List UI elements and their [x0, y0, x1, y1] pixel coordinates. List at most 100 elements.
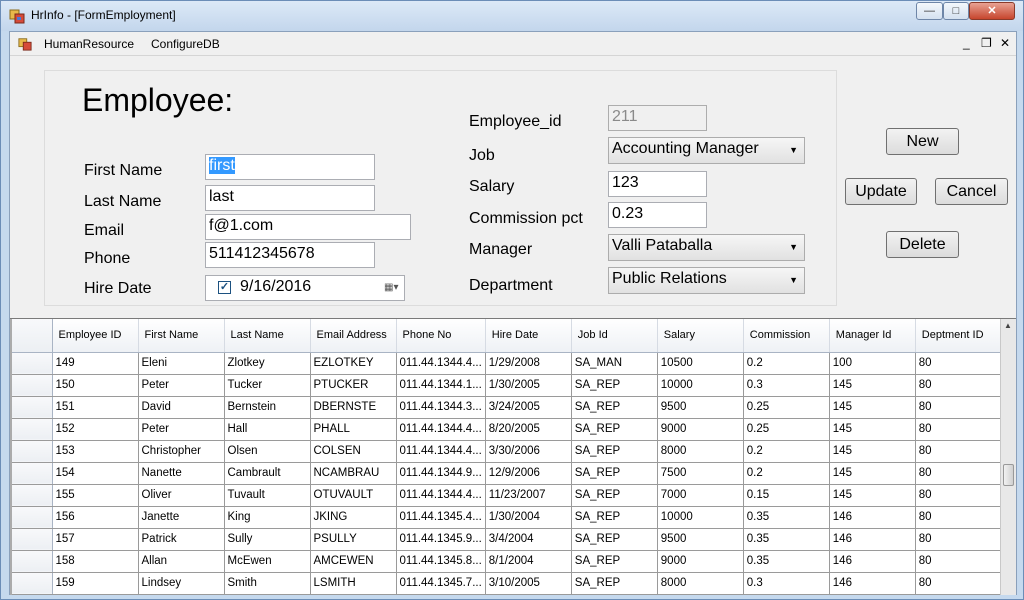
table-cell[interactable]: SA_REP	[571, 462, 658, 485]
table-cell[interactable]: Bernstein	[224, 396, 311, 419]
table-cell[interactable]: NCAMBRAU	[310, 462, 397, 485]
table-cell[interactable]: 10500	[657, 352, 744, 375]
phone-input[interactable]: 511412345678	[205, 242, 375, 268]
table-row[interactable]: 159 Lindsey Smith LSMITH 011.44.1345.7... 3/1…	[12, 572, 1002, 595]
row-header[interactable]	[12, 572, 53, 595]
table-cell[interactable]: 3/30/2006	[485, 440, 572, 463]
table-cell[interactable]: SA_REP	[571, 418, 658, 441]
row-header[interactable]	[12, 528, 53, 551]
table-cell[interactable]: 156	[52, 506, 139, 529]
table-cell[interactable]: 011.44.1344.9...	[396, 462, 486, 485]
table-cell[interactable]: 152	[52, 418, 139, 441]
table-cell[interactable]: PSULLY	[310, 528, 397, 551]
table-cell[interactable]: COLSEN	[310, 440, 397, 463]
table-cell[interactable]: SA_REP	[571, 396, 658, 419]
table-cell[interactable]: PTUCKER	[310, 374, 397, 397]
table-cell[interactable]: 7000	[657, 484, 744, 507]
cancel-button[interactable]: Cancel	[935, 178, 1008, 205]
table-cell[interactable]: Janette	[138, 506, 225, 529]
column-header[interactable]: Hire Date	[485, 319, 572, 353]
table-cell[interactable]: Cambrault	[224, 462, 311, 485]
table-cell[interactable]: DBERNSTE	[310, 396, 397, 419]
table-cell[interactable]: 80	[915, 506, 1002, 529]
table-cell[interactable]: 154	[52, 462, 139, 485]
table-row[interactable]: 150 Peter Tucker PTUCKER 011.44.1344.1... 1/3…	[12, 374, 1002, 397]
table-cell[interactable]: 0.25	[743, 418, 830, 441]
column-header[interactable]: Salary	[657, 319, 744, 353]
table-cell[interactable]: 153	[52, 440, 139, 463]
table-cell[interactable]: SA_REP	[571, 528, 658, 551]
table-cell[interactable]: 8/20/2005	[485, 418, 572, 441]
table-cell[interactable]: 9000	[657, 418, 744, 441]
maximize-button[interactable]: □	[943, 2, 969, 20]
last-name-input[interactable]: last	[205, 185, 375, 211]
table-cell[interactable]: 155	[52, 484, 139, 507]
table-cell[interactable]: 100	[829, 352, 916, 375]
table-cell[interactable]: 157	[52, 528, 139, 551]
table-cell[interactable]: SA_REP	[571, 572, 658, 595]
table-cell[interactable]: 145	[829, 374, 916, 397]
column-header[interactable]: Deptment ID	[915, 319, 1002, 353]
scroll-thumb[interactable]	[1003, 464, 1014, 486]
table-cell[interactable]: 0.2	[743, 352, 830, 375]
close-button[interactable]: ✕	[969, 2, 1015, 20]
table-cell[interactable]: Tucker	[224, 374, 311, 397]
vertical-scrollbar[interactable]: ▲	[1000, 319, 1016, 595]
table-cell[interactable]: SA_MAN	[571, 352, 658, 375]
table-cell[interactable]: 80	[915, 550, 1002, 573]
table-cell[interactable]: 145	[829, 418, 916, 441]
minimize-button[interactable]: —	[916, 2, 943, 20]
table-cell[interactable]: Nanette	[138, 462, 225, 485]
column-header[interactable]: Commission	[743, 319, 830, 353]
salary-input[interactable]: 123	[608, 171, 707, 197]
row-header[interactable]	[12, 462, 53, 485]
table-cell[interactable]: 146	[829, 528, 916, 551]
table-cell[interactable]: Olsen	[224, 440, 311, 463]
table-cell[interactable]: SA_REP	[571, 440, 658, 463]
table-cell[interactable]: 146	[829, 550, 916, 573]
table-cell[interactable]: 80	[915, 440, 1002, 463]
table-cell[interactable]: 10000	[657, 374, 744, 397]
table-cell[interactable]: Patrick	[138, 528, 225, 551]
table-cell[interactable]: 8/1/2004	[485, 550, 572, 573]
table-cell[interactable]: OTUVAULT	[310, 484, 397, 507]
table-cell[interactable]: Lindsey	[138, 572, 225, 595]
row-header[interactable]	[12, 374, 53, 397]
table-cell[interactable]: 011.44.1345.9...	[396, 528, 486, 551]
column-header[interactable]: Job Id	[571, 319, 658, 353]
table-cell[interactable]: 3/24/2005	[485, 396, 572, 419]
table-cell[interactable]: SA_REP	[571, 374, 658, 397]
menu-humanresource[interactable]: HumanResource	[44, 37, 134, 51]
table-cell[interactable]: Zlotkey	[224, 352, 311, 375]
table-cell[interactable]: 146	[829, 572, 916, 595]
update-button[interactable]: Update	[845, 178, 917, 205]
table-cell[interactable]: 150	[52, 374, 139, 397]
table-cell[interactable]: 3/4/2004	[485, 528, 572, 551]
table-row[interactable]: 153 Christopher Olsen COLSEN 011.44.1344.4..…	[12, 440, 1002, 463]
calendar-dropdown-icon[interactable]: ▦▾	[384, 282, 406, 296]
table-cell[interactable]: 80	[915, 374, 1002, 397]
table-cell[interactable]: Smith	[224, 572, 311, 595]
table-cell[interactable]: EZLOTKEY	[310, 352, 397, 375]
table-cell[interactable]: 0.35	[743, 506, 830, 529]
table-cell[interactable]: 10000	[657, 506, 744, 529]
row-header[interactable]	[12, 550, 53, 573]
table-cell[interactable]: 159	[52, 572, 139, 595]
table-cell[interactable]: SA_REP	[571, 506, 658, 529]
table-cell[interactable]: McEwen	[224, 550, 311, 573]
table-cell[interactable]: 011.44.1344.4...	[396, 352, 486, 375]
scroll-up-icon[interactable]: ▲	[1004, 321, 1012, 330]
row-header[interactable]	[12, 352, 53, 375]
table-row[interactable]: 157 Patrick Sully PSULLY 011.44.1345.9... 3/4…	[12, 528, 1002, 551]
table-cell[interactable]: 1/30/2005	[485, 374, 572, 397]
table-cell[interactable]: 011.44.1344.4...	[396, 440, 486, 463]
table-cell[interactable]: JKING	[310, 506, 397, 529]
table-cell[interactable]: 80	[915, 462, 1002, 485]
table-cell[interactable]: 1/30/2004	[485, 506, 572, 529]
table-cell[interactable]: Tuvault	[224, 484, 311, 507]
table-cell[interactable]: 0.35	[743, 528, 830, 551]
table-cell[interactable]: SA_REP	[571, 484, 658, 507]
table-cell[interactable]: Allan	[138, 550, 225, 573]
table-cell[interactable]: Eleni	[138, 352, 225, 375]
form-icon[interactable]	[18, 37, 32, 51]
